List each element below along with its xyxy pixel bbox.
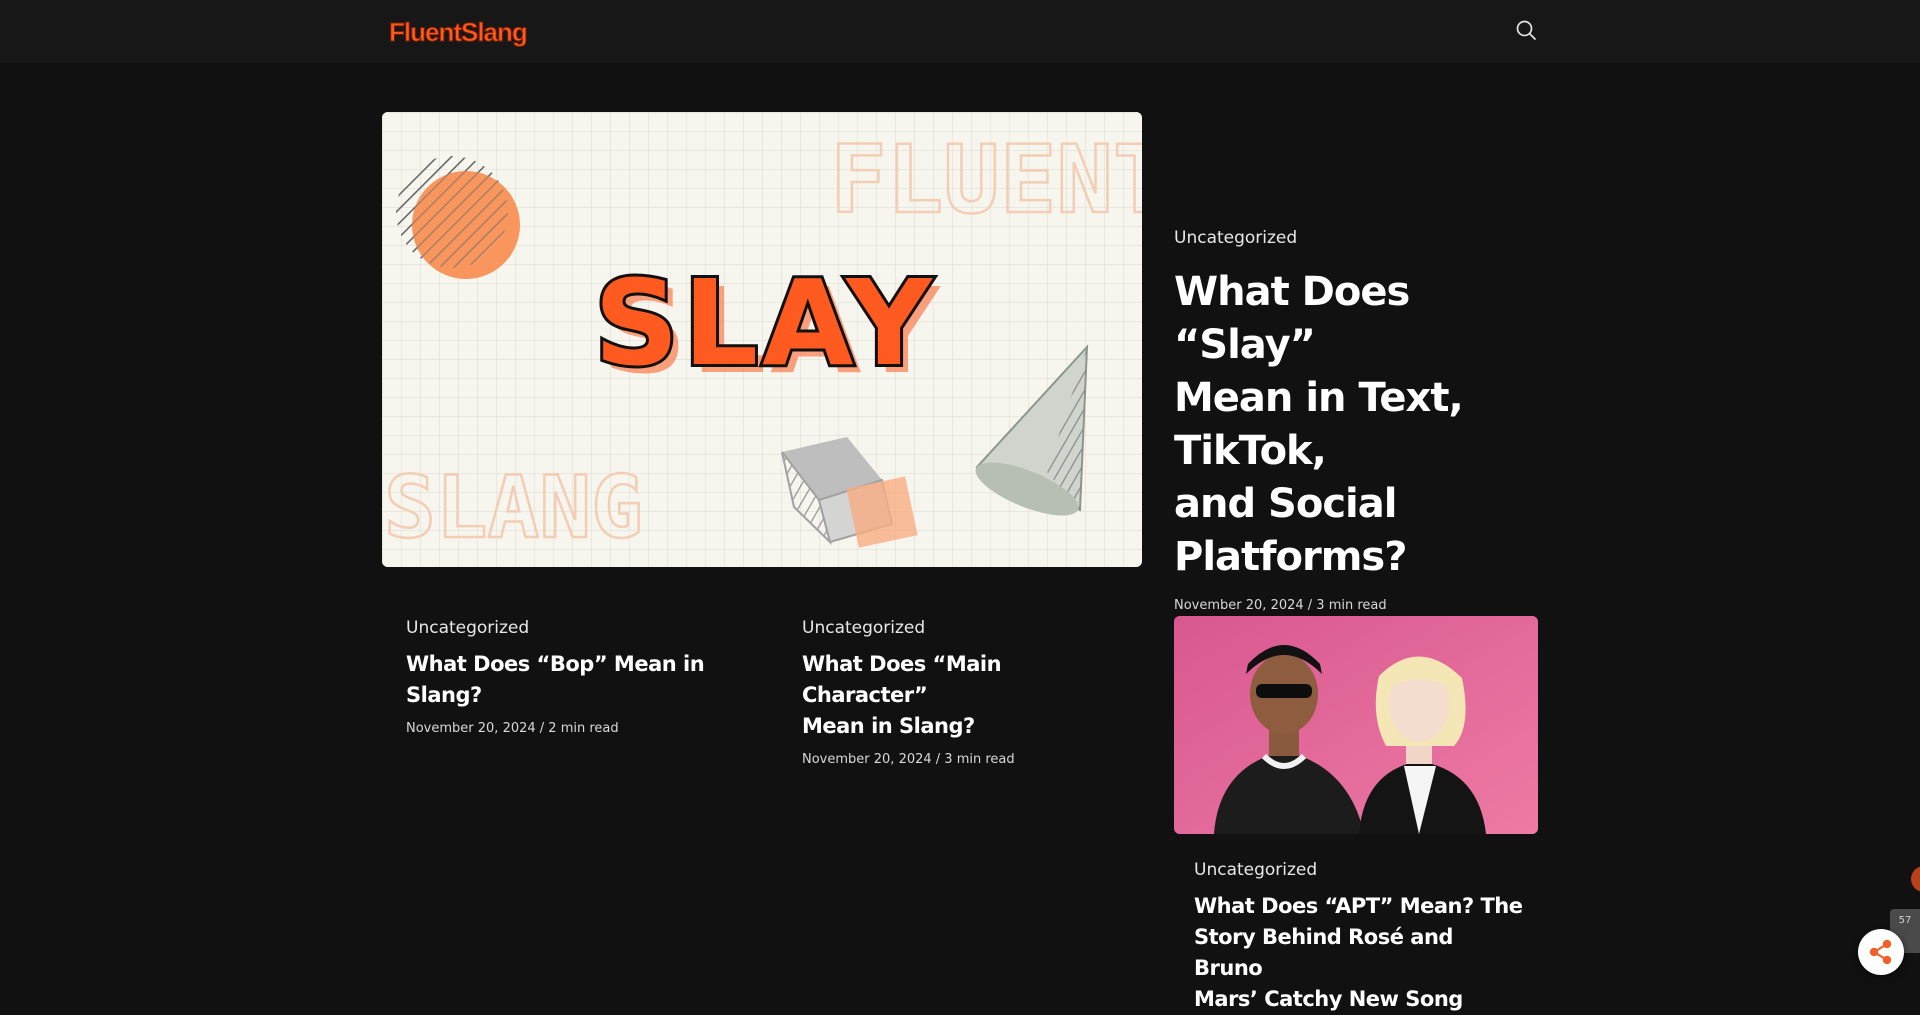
post-card-apt: Uncategorized What Does “APT” Mean? The … — [1194, 860, 1524, 1015]
hero-category[interactable]: Uncategorized — [1174, 228, 1554, 248]
hero-post: Uncategorized What Does “Slay” Mean in T… — [1174, 228, 1554, 613]
post-title[interactable]: What Does “Bop” Mean in Slang? — [406, 649, 746, 711]
post-category[interactable]: Uncategorized — [1194, 860, 1524, 880]
search-button[interactable] — [1514, 18, 1538, 42]
watermark-fluent: FLUENT — [830, 126, 1142, 235]
post-title-line[interactable]: Story Behind Rosé and Bruno — [1194, 922, 1524, 984]
post-title-line[interactable]: Mean in Slang? — [802, 711, 1122, 742]
post-category[interactable]: Uncategorized — [802, 618, 1122, 638]
post-image-apt[interactable] — [1174, 616, 1538, 834]
hero-title-line-2[interactable]: Mean in Text, TikTok, — [1174, 372, 1554, 478]
post-card-main-character: Uncategorized What Does “Main Character”… — [802, 618, 1122, 767]
hero-title-line-1[interactable]: What Does “Slay” — [1174, 266, 1554, 372]
post-title-line[interactable]: Mars’ Catchy New Song — [1194, 984, 1524, 1015]
post-title-line[interactable]: What Does “Main Character” — [802, 649, 1122, 711]
watermark-slang: SLANG — [384, 458, 643, 558]
top-bar: FluentSlang — [0, 0, 1920, 63]
hero-title[interactable]: What Does “Slay” Mean in Text, TikTok, a… — [1174, 266, 1554, 584]
post-title-line[interactable]: What Does “APT” Mean? The — [1194, 891, 1524, 922]
post-card-bop: Uncategorized What Does “Bop” Mean in Sl… — [406, 618, 746, 736]
hero-meta: November 20, 2024 / 3 min read — [1174, 598, 1387, 613]
slay-illustration: FLUENT SLANG SLAY SLAY — [382, 112, 1142, 567]
post-meta: November 20, 2024 / 2 min read — [406, 721, 619, 736]
post-title[interactable]: What Does “APT” Mean? The Story Behind R… — [1194, 891, 1524, 1015]
slay-title-art: SLAY — [594, 254, 936, 392]
post-title[interactable]: What Does “Main Character” Mean in Slang… — [802, 649, 1122, 742]
site-logo[interactable]: FluentSlang — [389, 17, 529, 48]
share-icon — [1869, 939, 1892, 965]
apt-photo — [1174, 616, 1538, 834]
post-title-line[interactable]: What Does “Bop” Mean in Slang? — [406, 649, 746, 711]
search-icon — [1516, 20, 1536, 40]
hero-featured-image[interactable]: FLUENT SLANG SLAY SLAY — [382, 112, 1142, 567]
side-scroll-dot[interactable] — [1911, 866, 1920, 892]
post-category[interactable]: Uncategorized — [406, 618, 746, 638]
share-button[interactable] — [1858, 929, 1904, 975]
hero-title-line-3[interactable]: and Social Platforms? — [1174, 478, 1554, 584]
post-meta: November 20, 2024 / 3 min read — [802, 752, 1015, 767]
